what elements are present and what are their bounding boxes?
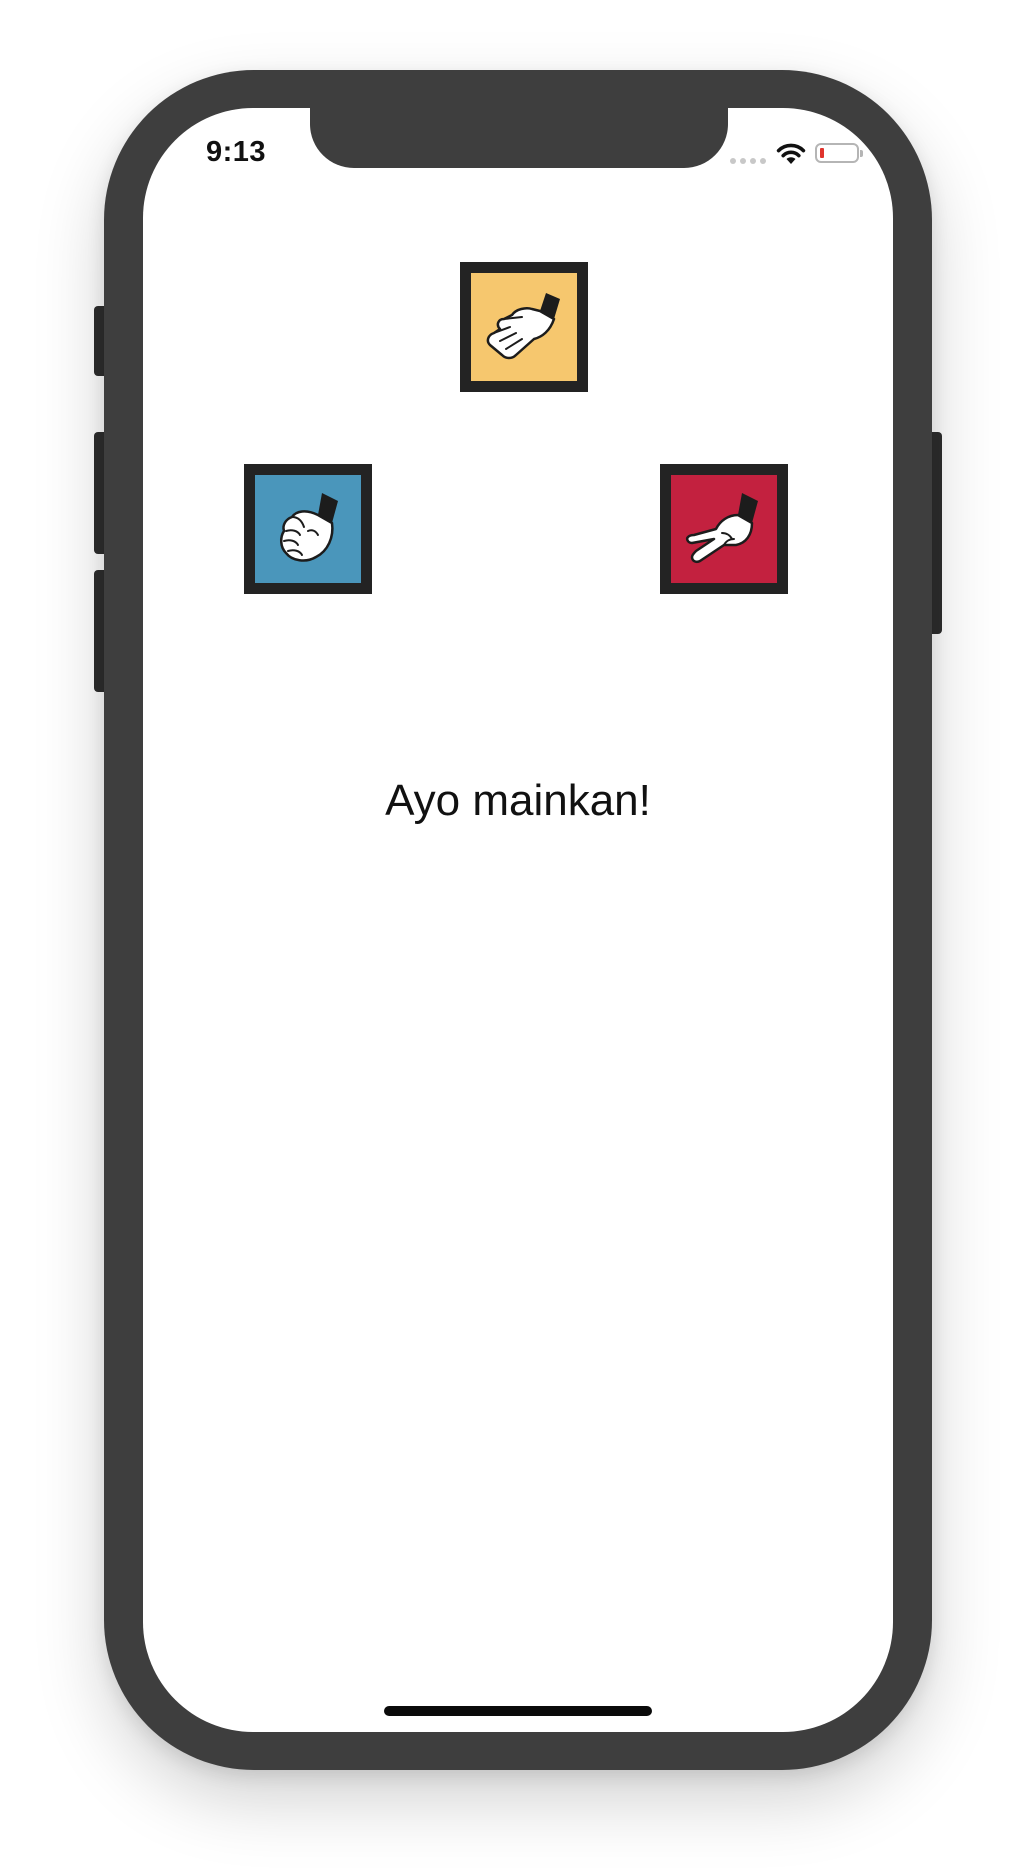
paper-choice-button[interactable] [460,262,588,392]
two-fingers-icon [685,493,758,564]
home-indicator[interactable] [384,1706,652,1716]
game-message: Ayo mainkan! [385,776,651,825]
status-bar-time: 9:13 [206,136,267,168]
rock-choice-button[interactable] [244,464,372,594]
scissors-choice-button[interactable] [660,464,788,594]
battery-low-icon [815,143,863,163]
wifi-icon [776,143,806,164]
cellular-signal-icon [730,158,766,166]
battery-level [820,148,824,158]
fist-icon [280,493,338,562]
device-notch [310,104,728,168]
open-hand-icon [486,293,560,360]
screenshot-stage: 9:13 Ayo mainkan! [0,0,1034,1872]
